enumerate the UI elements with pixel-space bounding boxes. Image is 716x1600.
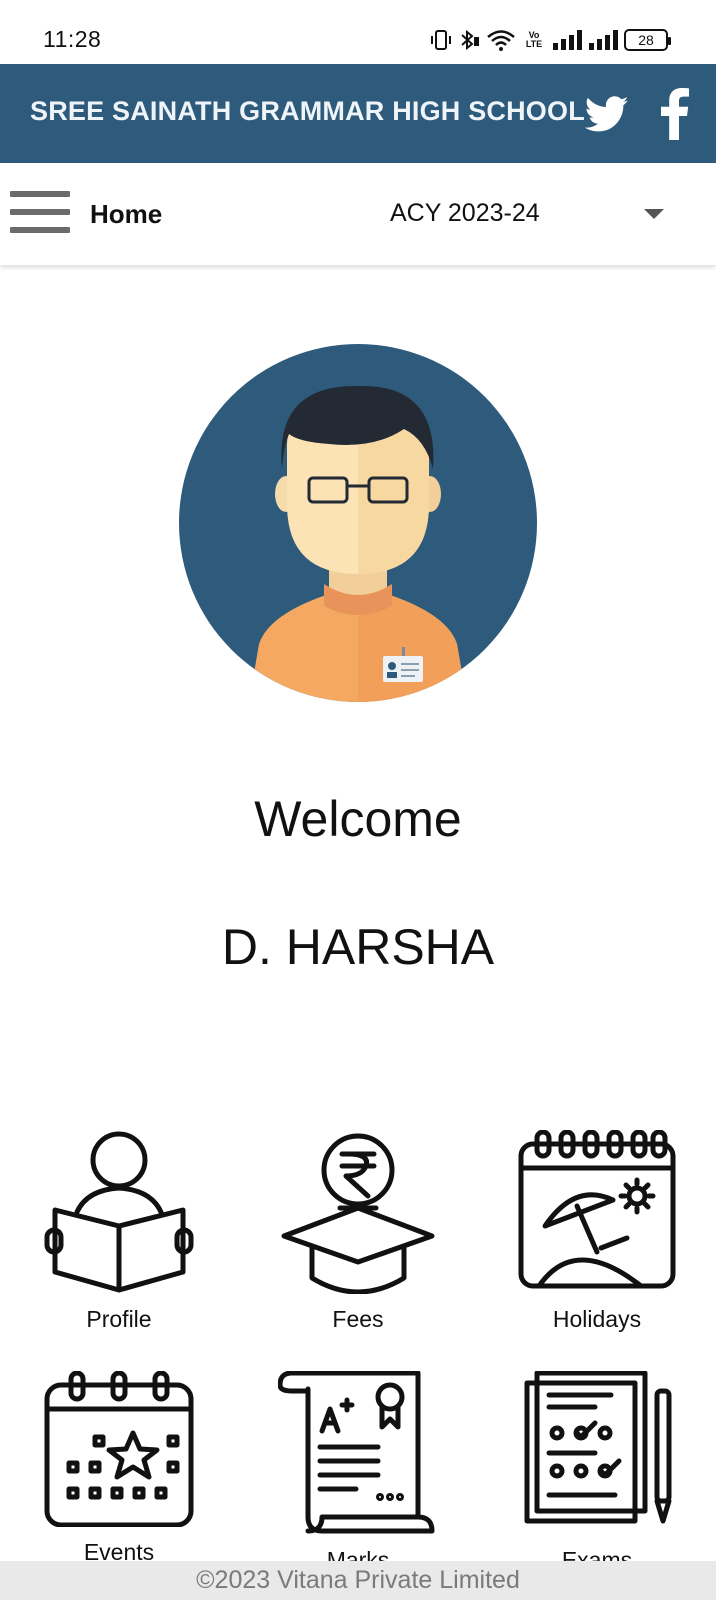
academic-year-value: ACY 2023-24	[390, 199, 540, 227]
reading-student-icon	[44, 1131, 194, 1293]
user-name: D. HARSHA	[221, 919, 495, 975]
menu-label-fees: Fees	[332, 1306, 384, 1332]
twitter-button[interactable]	[584, 92, 629, 136]
menu-tile-exams[interactable]: Exams	[497, 1371, 697, 1574]
status-icons: Vo LTE 28	[430, 26, 671, 54]
holiday-calendar-icon	[518, 1130, 676, 1289]
menu-label-profile: Profile	[86, 1306, 152, 1332]
school-name: SREE SAINATH GRAMMAR HIGH SCHOOL	[30, 96, 585, 126]
signal-strength-2-icon	[589, 30, 618, 50]
footer-copyright: ©2023 Vitana Private Limited	[0, 1561, 716, 1600]
nav-bar: Home ACY 2023-24	[0, 163, 716, 265]
battery-icon: 28	[624, 29, 671, 51]
signal-strength-icon	[553, 30, 582, 50]
menu-label-holidays: Holidays	[552, 1306, 642, 1332]
volte-icon: Vo LTE	[522, 31, 546, 49]
avatar	[179, 344, 537, 702]
battery-level: 28	[638, 32, 654, 48]
menu-line-icon	[10, 191, 70, 197]
menu-tile-events[interactable]: Events	[19, 1371, 219, 1566]
menu-tile-fees[interactable]: Fees	[258, 1130, 458, 1333]
volte-line2: LTE	[525, 39, 543, 49]
exam-paper-icon	[524, 1371, 672, 1524]
rupee-graduation-cap-icon	[281, 1133, 435, 1294]
status-bar: 11:28 Vo LTE 28	[0, 0, 716, 64]
menu-line-icon	[10, 227, 70, 233]
page-title: Home	[90, 199, 163, 229]
bluetooth-icon	[461, 29, 479, 51]
vibrate-icon	[431, 30, 451, 50]
status-time: 11:28	[43, 26, 102, 52]
twitter-icon	[584, 96, 629, 132]
chevron-down-icon	[644, 209, 664, 219]
hamburger-menu-button[interactable]	[10, 191, 70, 235]
marks-certificate-icon	[278, 1371, 435, 1534]
menu-tile-marks[interactable]: Marks	[258, 1371, 458, 1574]
app-header: SREE SAINATH GRAMMAR HIGH SCHOOL	[0, 64, 716, 163]
academic-year-select[interactable]: ACY 2023-24	[370, 189, 670, 239]
events-calendar-icon	[44, 1371, 194, 1527]
facebook-icon	[661, 88, 689, 140]
facebook-button[interactable]	[655, 88, 691, 140]
menu-tile-holidays[interactable]: Holidays	[497, 1130, 697, 1333]
menu-tile-profile[interactable]: Profile	[19, 1130, 219, 1333]
welcome-text: Welcome	[254, 791, 462, 847]
wifi-icon	[487, 30, 515, 51]
menu-line-icon	[10, 209, 70, 215]
